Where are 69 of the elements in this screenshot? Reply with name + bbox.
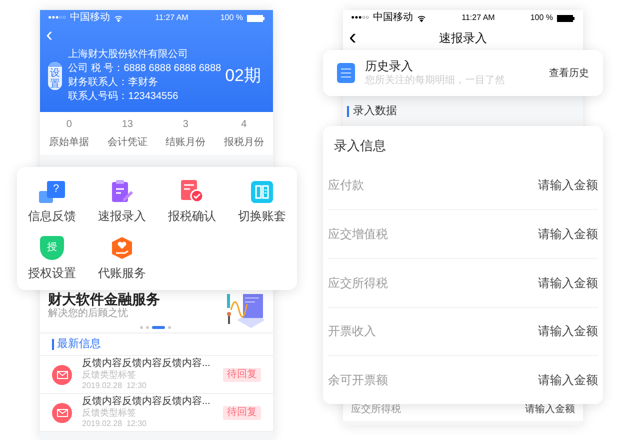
battery-icon: [557, 14, 575, 22]
field-label: 应付款: [328, 177, 364, 194]
book-icon: [251, 181, 273, 204]
stat-value: 3: [182, 118, 188, 132]
carrier-name: 中国移动: [373, 13, 414, 23]
menu-item[interactable]: 速报录入: [87, 173, 157, 230]
company-avatar[interactable]: 设置: [48, 62, 62, 90]
stat-label: 原始单据: [49, 136, 90, 150]
document-icon: [337, 63, 355, 83]
stat-value: 4: [241, 118, 247, 132]
menu-item[interactable]: 授 授权设置: [17, 230, 87, 286]
history-title: 历史录入: [365, 59, 414, 74]
message-title[interactable]: 反馈内容反馈内容反馈内容...: [82, 358, 223, 370]
menu-item[interactable]: 代账服务: [87, 230, 157, 286]
stat-value: 13: [122, 118, 133, 132]
menu-item[interactable]: ? 信息反馈: [17, 173, 87, 230]
company-detail: 联系人号码：123434556: [68, 90, 180, 104]
message-title[interactable]: 反馈内容反馈内容反馈内容...: [82, 396, 223, 408]
amount-field[interactable]: 请输入金额: [538, 225, 598, 244]
banner-subtitle: 解决您的后顾之忧: [48, 308, 129, 320]
stat-value: 0: [66, 118, 72, 132]
message-time: 2019.02.28 12:30: [82, 381, 148, 391]
page-title: 速报录入: [439, 30, 487, 47]
stat-label: 报税月份: [224, 136, 264, 150]
wifi-icon: [114, 14, 124, 22]
view-history-link[interactable]: 查看历史: [549, 66, 589, 80]
avatar-label: 设置: [48, 68, 62, 90]
amount-field[interactable]: 请输入金额: [525, 402, 575, 416]
message-tag: 反馈类型标签: [82, 408, 209, 418]
wifi-icon: [417, 14, 426, 22]
field-label: 应交所得税: [328, 274, 388, 292]
shield-icon: 授: [40, 236, 64, 260]
section-title: 录入数据: [353, 104, 397, 119]
field-label: 开票收入: [328, 323, 376, 340]
section-title: 最新信息: [57, 336, 101, 352]
menu-item[interactable]: 切换账套: [227, 173, 297, 230]
company-detail: 公司 税 号：6888 6888 6888 6888: [68, 62, 222, 76]
promo-banner[interactable]: 财大软件金融服务 解决您的后顾之忧: [40, 290, 273, 332]
message-time: 2019.02.28 12:30: [82, 419, 148, 429]
hand-heart-icon: [110, 236, 134, 260]
stat-label: 结账月份: [166, 136, 206, 150]
field-label: 余可开票额: [328, 372, 388, 390]
clipboard-edit-icon: [111, 179, 133, 204]
status-tag: 待回复: [223, 368, 261, 382]
mail-icon: [52, 402, 72, 422]
menu-item[interactable]: 报税确认: [157, 173, 227, 230]
document-check-icon: [180, 179, 204, 204]
battery-icon: [247, 14, 265, 22]
mail-icon: [52, 364, 72, 384]
status-time: 11:27 AM: [462, 14, 495, 22]
battery-percent: 100 %: [530, 14, 553, 22]
period-label: 02期: [225, 64, 261, 87]
field-label: 应交增值税: [328, 226, 388, 244]
field-label: 应交所得税: [351, 402, 401, 416]
battery-percent: 100 %: [220, 14, 243, 22]
carrier-name: 中国移动: [70, 13, 110, 23]
back-button[interactable]: ‹: [349, 25, 356, 49]
stat-label: 会计凭证: [107, 136, 148, 150]
message-tag: 反馈类型标签: [82, 370, 209, 380]
status-time: 11:27 AM: [155, 14, 188, 22]
banner-title: 财大软件金融服务: [48, 291, 161, 308]
card-title: 录入信息: [334, 137, 387, 155]
status-tag: 待回复: [223, 406, 261, 420]
amount-field[interactable]: 请输入金额: [538, 371, 598, 390]
amount-field[interactable]: 请输入金额: [538, 176, 598, 194]
company-detail: 财务联系人：李财务: [68, 76, 160, 90]
amount-field[interactable]: 请输入金额: [538, 274, 598, 292]
company-name: 上海财大股份软件有限公司: [68, 48, 190, 62]
amount-field[interactable]: 请输入金额: [538, 322, 598, 340]
